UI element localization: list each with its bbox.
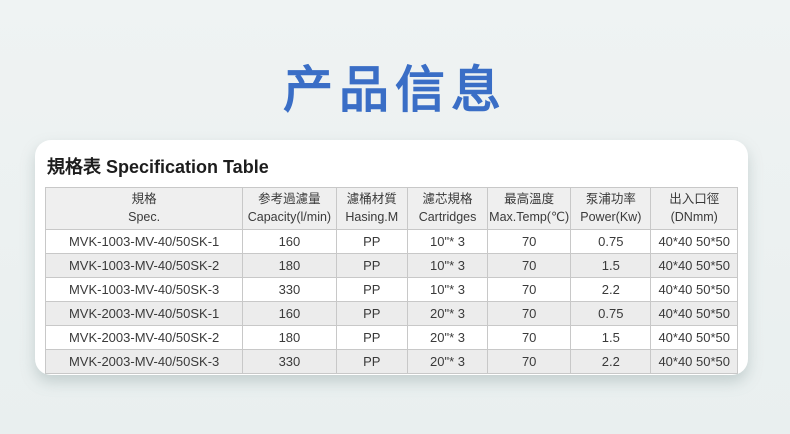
col-header-maxtemp-zh: 最高溫度	[489, 191, 569, 209]
cell-spec: MVK-1003-MV-40/50SK-2	[46, 254, 243, 278]
cell-maxtemp: 70	[488, 302, 571, 326]
cell-cartridges: 10"* 3	[407, 278, 487, 302]
cell-ports: 40*40 50*50	[651, 254, 738, 278]
cell-spec: MVK-1003-MV-40/50SK-1	[46, 230, 243, 254]
col-header-maxtemp: 最高溫度 Max.Temp(℃)	[488, 188, 571, 230]
cell-cartridges: 10"* 3	[407, 254, 487, 278]
cell-capacity: 180	[243, 254, 336, 278]
cell-ports: 40*40 50*50	[651, 278, 738, 302]
cell-power: 0.75	[571, 302, 651, 326]
cell-maxtemp: 70	[488, 350, 571, 374]
col-header-spec-en: Spec.	[47, 209, 241, 227]
cell-maxtemp: 70	[488, 326, 571, 350]
col-header-ports-zh: 出入口徑	[652, 191, 736, 209]
table-header-row: 規格 Spec. 参考過濾量 Capacity(l/min) 濾桶材質 Hasi…	[46, 188, 738, 230]
cell-ports: 40*40 50*50	[651, 230, 738, 254]
col-header-housing: 濾桶材質 Hasing.M	[336, 188, 407, 230]
table-row: MVK-2003-MV-40/50SK-2 180 PP 20"* 3 70 1…	[46, 326, 738, 350]
table-row: MVK-1003-MV-40/50SK-1 160 PP 10"* 3 70 0…	[46, 230, 738, 254]
cell-spec: MVK-2003-MV-40/50SK-1	[46, 302, 243, 326]
cell-cartridges: 20"* 3	[407, 350, 487, 374]
col-header-power-zh: 泵浦功率	[572, 191, 649, 209]
col-header-housing-en: Hasing.M	[338, 209, 406, 227]
col-header-capacity-zh: 参考過濾量	[244, 191, 334, 209]
cell-ports: 40*40 50*50	[651, 302, 738, 326]
cell-housing: PP	[336, 326, 407, 350]
specification-table: 規格 Spec. 参考過濾量 Capacity(l/min) 濾桶材質 Hasi…	[45, 187, 738, 374]
cell-capacity: 160	[243, 302, 336, 326]
col-header-ports: 出入口徑 (DNmm)	[651, 188, 738, 230]
col-header-spec: 規格 Spec.	[46, 188, 243, 230]
spec-table-heading: 規格表 Specification Table	[47, 153, 738, 179]
cell-capacity: 180	[243, 326, 336, 350]
cell-housing: PP	[336, 350, 407, 374]
cell-cartridges: 20"* 3	[407, 326, 487, 350]
spec-card: 規格表 Specification Table 規格 Spec. 参考過濾量 C…	[35, 140, 748, 375]
col-header-spec-zh: 規格	[47, 191, 241, 209]
col-header-power-en: Power(Kw)	[572, 209, 649, 227]
cell-spec: MVK-2003-MV-40/50SK-3	[46, 350, 243, 374]
cell-ports: 40*40 50*50	[651, 326, 738, 350]
page-title: 产品信息	[0, 50, 790, 122]
col-header-housing-zh: 濾桶材質	[338, 191, 406, 209]
cell-power: 0.75	[571, 230, 651, 254]
cell-cartridges: 20"* 3	[407, 302, 487, 326]
col-header-cartridges-en: Cartridges	[409, 209, 486, 227]
table-row: MVK-2003-MV-40/50SK-1 160 PP 20"* 3 70 0…	[46, 302, 738, 326]
cell-spec: MVK-2003-MV-40/50SK-2	[46, 326, 243, 350]
col-header-capacity-en: Capacity(l/min)	[244, 209, 334, 227]
col-header-maxtemp-en: Max.Temp(℃)	[489, 209, 569, 227]
table-row: MVK-1003-MV-40/50SK-3 330 PP 10"* 3 70 2…	[46, 278, 738, 302]
col-header-capacity: 参考過濾量 Capacity(l/min)	[243, 188, 336, 230]
cell-capacity: 160	[243, 230, 336, 254]
cell-maxtemp: 70	[488, 254, 571, 278]
col-header-ports-en: (DNmm)	[652, 209, 736, 227]
col-header-cartridges: 濾芯規格 Cartridges	[407, 188, 487, 230]
cell-capacity: 330	[243, 350, 336, 374]
col-header-power: 泵浦功率 Power(Kw)	[571, 188, 651, 230]
cell-housing: PP	[336, 230, 407, 254]
cell-maxtemp: 70	[488, 230, 571, 254]
table-row: MVK-2003-MV-40/50SK-3 330 PP 20"* 3 70 2…	[46, 350, 738, 374]
cell-power: 1.5	[571, 254, 651, 278]
cell-housing: PP	[336, 254, 407, 278]
cell-maxtemp: 70	[488, 278, 571, 302]
cell-power: 2.2	[571, 278, 651, 302]
cell-housing: PP	[336, 302, 407, 326]
cell-housing: PP	[336, 278, 407, 302]
cell-power: 1.5	[571, 326, 651, 350]
cell-capacity: 330	[243, 278, 336, 302]
cell-spec: MVK-1003-MV-40/50SK-3	[46, 278, 243, 302]
cell-cartridges: 10"* 3	[407, 230, 487, 254]
cell-ports: 40*40 50*50	[651, 350, 738, 374]
table-row: MVK-1003-MV-40/50SK-2 180 PP 10"* 3 70 1…	[46, 254, 738, 278]
cell-power: 2.2	[571, 350, 651, 374]
col-header-cartridges-zh: 濾芯規格	[409, 191, 486, 209]
